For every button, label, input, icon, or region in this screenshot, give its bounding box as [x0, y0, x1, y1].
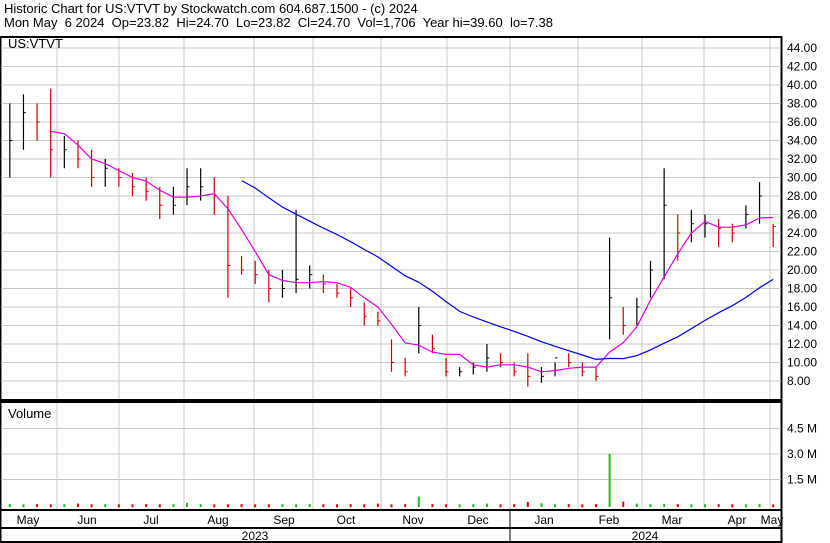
price-tick-label: 16.00: [787, 300, 817, 314]
price-chart: 44.00 42.00 40.00 38.00 36.00 34.00 32.00 30.00…: [0, 36, 817, 543]
volume-bar: [308, 504, 311, 508]
volume-bar: [267, 504, 270, 508]
volume-bar: [90, 504, 93, 508]
price-tick-label: 36.00: [787, 115, 817, 129]
volume-bar: [663, 503, 666, 507]
volume-bar: [104, 504, 107, 508]
volume-bar: [526, 501, 529, 507]
price-tick-label: 30.00: [787, 171, 817, 185]
volume-bar: [431, 504, 434, 508]
volume-bar: [608, 454, 611, 507]
month-label: Sep: [273, 513, 295, 527]
year-label: 2024: [632, 529, 659, 543]
volume-bar: [758, 504, 761, 508]
month-label: Nov: [402, 513, 423, 527]
month-label: Apr: [728, 513, 747, 527]
volume-bar: [772, 504, 775, 508]
month-label: May: [761, 513, 784, 527]
volume-bar: [145, 504, 148, 508]
price-tick-label: 26.00: [787, 208, 817, 222]
volume-bar: [622, 501, 625, 507]
month-label: Jul: [143, 513, 158, 527]
price-tick-label: 44.00: [787, 41, 817, 55]
volume-bar: [322, 504, 325, 508]
volume-bar: [213, 504, 216, 508]
volume-bar: [513, 504, 516, 508]
price-tick-label: 18.00: [787, 282, 817, 296]
volume-bar: [240, 504, 243, 508]
price-tick-label: 14.00: [787, 319, 817, 333]
month-label: Feb: [599, 513, 620, 527]
month-label: Oct: [337, 513, 356, 527]
price-tick-label: 42.00: [787, 60, 817, 74]
price-tick-label: 40.00: [787, 78, 817, 92]
volume-bar: [226, 504, 229, 508]
volume-bar: [704, 504, 707, 508]
price-tick-label: 32.00: [787, 152, 817, 166]
volume-bar: [63, 504, 66, 508]
volume-bar: [554, 504, 557, 508]
price-tick-label: 8.00: [787, 374, 811, 388]
volume-bar: [117, 504, 120, 508]
volume-panel: [0, 401, 783, 511]
volume-bar: [36, 504, 39, 508]
month-label: Aug: [207, 513, 228, 527]
volume-bar: [690, 504, 693, 508]
volume-bar: [404, 504, 407, 508]
volume-bar: [445, 504, 448, 508]
price-tick-label: 38.00: [787, 97, 817, 111]
volume-bar: [363, 504, 366, 508]
month-label: May: [17, 513, 40, 527]
chart-window: Historic Chart for US:VTVT by Stockwatch…: [0, 0, 830, 543]
month-label: Mar: [662, 513, 683, 527]
price-tick-label: 10.00: [787, 356, 817, 370]
volume-bar: [76, 503, 79, 507]
volume-bar: [295, 504, 298, 508]
volume-bar: [744, 504, 747, 508]
volume-bar: [8, 504, 11, 508]
price-tick-label: 28.00: [787, 189, 817, 203]
month-label: Jan: [534, 513, 553, 527]
volume-bar: [499, 504, 502, 508]
volume-bar: [472, 504, 475, 508]
volume-bar: [335, 504, 338, 508]
volume-bar: [281, 504, 284, 508]
volume-bar: [417, 496, 420, 507]
price-tick-label: 12.00: [787, 337, 817, 351]
volume-bar: [131, 504, 134, 508]
volume-bar: [186, 502, 189, 507]
volume-bar: [676, 504, 679, 508]
volume-bar: [717, 504, 720, 508]
volume-bar: [22, 504, 25, 508]
volume-bar: [635, 503, 638, 507]
volume-bar: [581, 504, 584, 508]
volume-label: Volume: [8, 406, 51, 421]
volume-bar: [485, 503, 488, 507]
year-label: 2023: [242, 529, 269, 543]
price-tick-label: 24.00: [787, 226, 817, 240]
price-tick-label: 22.00: [787, 245, 817, 259]
volume-tick-label: 1.5 M: [787, 473, 817, 487]
volume-bar: [567, 504, 570, 508]
price-tick-label: 34.00: [787, 134, 817, 148]
volume-bar: [594, 504, 597, 508]
volume-tick-label: 3.0 M: [787, 447, 817, 461]
volume-bar: [376, 503, 379, 507]
volume-bar: [458, 504, 461, 508]
volume-bar: [731, 504, 734, 508]
volume-bar: [172, 504, 175, 508]
volume-bar: [49, 504, 52, 508]
price-tick-label: 20.00: [787, 263, 817, 277]
month-label: Jun: [77, 513, 96, 527]
volume-bar: [199, 504, 202, 508]
volume-bar: [254, 504, 257, 508]
volume-tick-label: 4.5 M: [787, 422, 817, 436]
month-label: Dec: [467, 513, 488, 527]
volume-bar: [540, 503, 543, 507]
volume-bar: [390, 504, 393, 508]
symbol-label: US:VTVT: [8, 36, 63, 51]
volume-bar: [158, 504, 161, 508]
volume-bar: [649, 504, 652, 508]
volume-bar: [349, 504, 352, 508]
